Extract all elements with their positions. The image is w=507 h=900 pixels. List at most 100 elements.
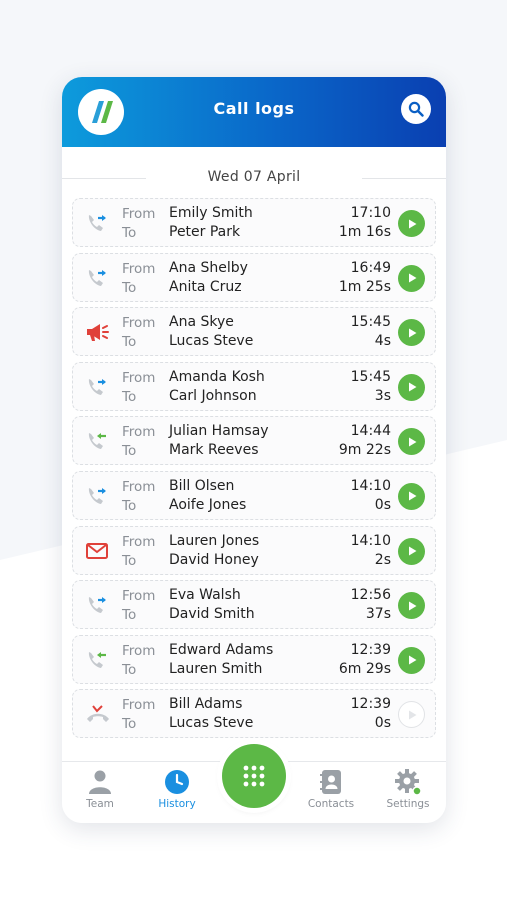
call-duration: 2s bbox=[374, 551, 391, 568]
play-icon[interactable] bbox=[398, 264, 425, 292]
call-duration: 37s bbox=[365, 606, 391, 623]
callee-name: Peter Park bbox=[169, 224, 241, 240]
app-window: Call logs Wed 07 April From To Emily Smith… bbox=[62, 77, 446, 823]
callee-name: Lucas Steve bbox=[169, 333, 254, 350]
call-time: 14:10 bbox=[350, 477, 391, 494]
incoming-call-icon bbox=[85, 648, 109, 672]
date-label: Wed 07 April bbox=[207, 169, 301, 185]
search-icon[interactable] bbox=[401, 94, 431, 124]
call-time: 12:56 bbox=[350, 587, 391, 604]
nav-settings[interactable]: Settings bbox=[373, 768, 443, 810]
call-log-row[interactable]: From To Ana Shelby Anita Cruz 16:49 1m 25s bbox=[72, 252, 436, 302]
call-log-row[interactable]: From To Emily Smith Peter Park 17:10 1m 16s bbox=[72, 198, 436, 247]
callee-name: Anita Cruz bbox=[169, 278, 242, 295]
outgoing-call-icon bbox=[85, 375, 109, 399]
from-label: From bbox=[122, 533, 156, 550]
caller-name: Julian Hamsay bbox=[169, 423, 269, 440]
to-label: To bbox=[122, 607, 137, 624]
caller-name: Bill Olsen bbox=[169, 477, 235, 494]
to-label: To bbox=[122, 279, 137, 296]
call-log-row[interactable]: From To Lauren Jones David Honey 14:10 2s bbox=[72, 525, 436, 575]
play-icon[interactable] bbox=[398, 537, 425, 565]
contacts-icon bbox=[317, 768, 345, 796]
caller-name: Edward Adams bbox=[169, 641, 274, 658]
call-duration: 4s bbox=[374, 333, 391, 350]
call-log-row[interactable]: From To Bill Olsen Aoife Jones 14:10 0s bbox=[72, 470, 436, 520]
to-label: To bbox=[122, 661, 137, 678]
call-log-row[interactable]: From To Bill Adams Lucas Steve 12:39 0s bbox=[72, 689, 436, 739]
call-time: 14:44 bbox=[350, 423, 391, 440]
caller-name: Lauren Jones bbox=[169, 532, 260, 549]
caller-name: Bill Adams bbox=[169, 696, 243, 713]
to-label: To bbox=[122, 334, 137, 351]
call-log-row[interactable]: From To Amanda Kosh Carl Johnson 15:45 3s bbox=[72, 361, 436, 411]
call-log-row[interactable]: From To Eva Walsh David Smith 12:56 37s bbox=[72, 580, 436, 630]
caller-name: Ana Shelby bbox=[169, 259, 248, 276]
nav-history[interactable]: History bbox=[142, 768, 212, 810]
nav-team-label: Team bbox=[86, 798, 114, 810]
to-label: To bbox=[122, 225, 137, 241]
dialpad-icon bbox=[243, 765, 265, 787]
to-label: To bbox=[122, 388, 137, 405]
call-time: 15:45 bbox=[350, 314, 391, 331]
clock-icon bbox=[163, 768, 191, 796]
call-log-row[interactable]: From To Edward Adams Lauren Smith 12:39 6m 29… bbox=[72, 634, 436, 684]
from-label: From bbox=[122, 697, 156, 714]
call-duration: 1m 25s bbox=[338, 278, 391, 295]
callee-name: Mark Reeves bbox=[169, 442, 259, 459]
play-icon[interactable] bbox=[398, 319, 425, 347]
call-duration: 0s bbox=[374, 496, 391, 513]
outgoing-call-icon bbox=[85, 266, 109, 290]
callee-name: Lauren Smith bbox=[169, 660, 263, 677]
nav-team[interactable]: Team bbox=[65, 768, 135, 810]
call-time: 17:10 bbox=[350, 205, 391, 221]
from-label: From bbox=[122, 206, 156, 222]
callee-name: Aoife Jones bbox=[169, 496, 247, 513]
from-label: From bbox=[122, 478, 156, 495]
play-icon[interactable] bbox=[398, 210, 425, 237]
play-icon bbox=[398, 701, 425, 729]
call-duration: 9m 22s bbox=[338, 442, 391, 459]
dialpad-button[interactable] bbox=[222, 744, 286, 808]
play-icon[interactable] bbox=[398, 428, 425, 456]
to-label: To bbox=[122, 497, 137, 514]
caller-name: Ana Skye bbox=[169, 314, 234, 331]
from-label: From bbox=[122, 642, 156, 659]
call-time: 15:45 bbox=[350, 368, 391, 385]
nav-contacts-label: Contacts bbox=[307, 798, 355, 810]
nav-contacts[interactable]: Contacts bbox=[296, 768, 366, 810]
nav-settings-label: Settings bbox=[386, 798, 430, 810]
call-log-row[interactable]: From To Ana Skye Lucas Steve 15:45 4s bbox=[72, 307, 436, 357]
call-duration: 0s bbox=[374, 715, 391, 732]
missed-call-icon bbox=[85, 702, 109, 726]
call-log-list: From To Emily Smith Peter Park 17:10 1m 16s Fr… bbox=[72, 198, 436, 744]
from-label: From bbox=[122, 369, 156, 386]
incoming-call-icon bbox=[85, 429, 109, 453]
to-label: To bbox=[122, 552, 137, 569]
caller-name: Amanda Kosh bbox=[169, 368, 265, 385]
outgoing-call-icon bbox=[85, 211, 109, 235]
voicemail-call-icon bbox=[85, 539, 109, 563]
call-log-row[interactable]: From To Julian Hamsay Mark Reeves 14:44 9m 22… bbox=[72, 416, 436, 466]
play-icon[interactable] bbox=[398, 646, 425, 674]
call-time: 16:49 bbox=[350, 259, 391, 276]
callee-name: David Smith bbox=[169, 606, 255, 623]
call-duration: 6m 29s bbox=[338, 660, 391, 677]
team-icon bbox=[86, 768, 114, 796]
outgoing-call-icon bbox=[85, 484, 109, 508]
gear-icon bbox=[394, 768, 422, 796]
callee-name: David Honey bbox=[169, 551, 259, 568]
to-label: To bbox=[122, 716, 137, 733]
nav-history-label: History bbox=[158, 798, 196, 810]
play-icon[interactable] bbox=[398, 482, 425, 510]
callee-name: Lucas Steve bbox=[169, 715, 254, 732]
call-time: 14:10 bbox=[350, 532, 391, 549]
call-time: 12:39 bbox=[350, 696, 391, 713]
to-label: To bbox=[122, 443, 137, 460]
play-icon[interactable] bbox=[398, 373, 425, 401]
call-duration: 3s bbox=[374, 387, 391, 404]
play-icon[interactable] bbox=[398, 592, 425, 620]
page-title: Call logs bbox=[213, 99, 295, 118]
caller-name: Emily Smith bbox=[169, 205, 253, 221]
date-separator: Wed 07 April bbox=[62, 161, 446, 195]
